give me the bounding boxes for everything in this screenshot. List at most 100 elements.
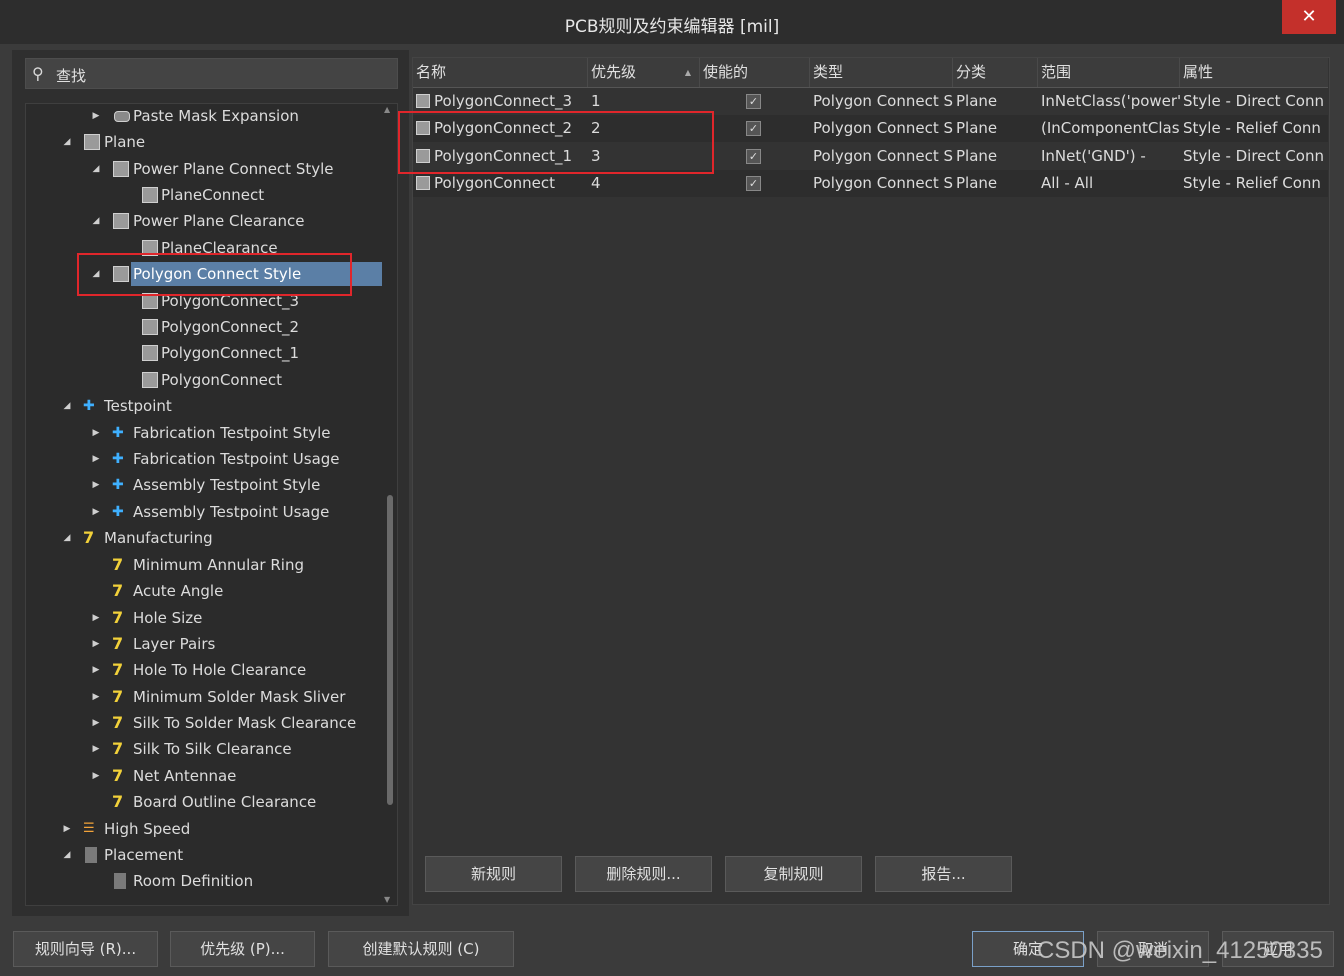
tree-item-layer-pairs[interactable]: ▶ 7 Layer Pairs	[90, 632, 380, 656]
collapse-arrow-icon[interactable]: ◢	[61, 843, 73, 867]
tree-item-label: Minimum Solder Mask Sliver	[133, 688, 346, 706]
tree-item-manufacturing[interactable]: ◢ 7 Manufacturing	[61, 526, 381, 550]
manufacturing-icon: 7	[112, 687, 124, 706]
tree-item-hole-size[interactable]: ▶ 7 Hole Size	[90, 606, 380, 630]
tree-item-minimum-annular-ring[interactable]: 7 Minimum Annular Ring	[90, 553, 380, 577]
rule-icon	[142, 319, 158, 335]
expand-arrow-icon[interactable]: ▶	[90, 500, 102, 524]
column-priority-label: 优先级	[591, 63, 637, 81]
paste-mask-icon	[114, 111, 130, 122]
collapse-arrow-icon[interactable]: ◢	[61, 130, 73, 154]
expand-arrow-icon[interactable]: ▶	[90, 606, 102, 630]
manufacturing-icon: 7	[112, 766, 124, 785]
enabled-checkbox[interactable]: ✓	[746, 176, 761, 191]
tree-item-polygonconnect[interactable]: PolygonConnect	[142, 368, 382, 392]
column-attributes[interactable]: 属性	[1180, 58, 1328, 87]
testpoint-icon: ✚	[112, 504, 124, 520]
expand-arrow-icon[interactable]: ▶	[90, 711, 102, 735]
enabled-checkbox[interactable]: ✓	[746, 149, 761, 164]
testpoint-icon: ✚	[112, 425, 124, 441]
tree-item-testpoint[interactable]: ◢ ✚ Testpoint	[61, 394, 381, 418]
tree-item-power-plane-clearance[interactable]: ◢ Power Plane Clearance	[90, 209, 380, 233]
collapse-arrow-icon[interactable]: ◢	[61, 394, 73, 418]
tree-item-planeconnect[interactable]: PlaneConnect	[142, 183, 382, 207]
tree-item-label: Net Antennae	[133, 767, 237, 785]
tree-item-minimum-solder-mask-sliver[interactable]: ▶ 7 Minimum Solder Mask Sliver	[90, 685, 380, 709]
delete-rule-button[interactable]: 删除规则...	[575, 856, 712, 892]
enabled-checkbox[interactable]: ✓	[746, 121, 761, 136]
column-priority[interactable]: 优先级 ▲	[588, 58, 700, 87]
tree-item-polygonconnect-1[interactable]: PolygonConnect_1	[142, 341, 382, 365]
column-scope[interactable]: 范围	[1038, 58, 1180, 87]
scrollbar-thumb[interactable]	[387, 495, 393, 805]
tree-item-silk-to-silk-clearance[interactable]: ▶ 7 Silk To Silk Clearance	[90, 737, 380, 761]
close-button[interactable]: ✕	[1282, 0, 1336, 34]
cell-scope: InNetClass('power'	[1041, 92, 1180, 110]
cell-type: Polygon Connect S	[813, 174, 953, 192]
tree-item-assembly-testpoint-style[interactable]: ▶ ✚ Assembly Testpoint Style	[90, 473, 380, 497]
copy-rule-button[interactable]: 复制规则	[725, 856, 862, 892]
collapse-arrow-icon[interactable]: ◢	[90, 157, 102, 181]
expand-arrow-icon[interactable]: ▶	[90, 447, 102, 471]
tree-item-power-plane-connect-style[interactable]: ◢ Power Plane Connect Style	[90, 157, 380, 181]
collapse-arrow-icon[interactable]: ◢	[90, 209, 102, 233]
expand-arrow-icon[interactable]: ▶	[90, 632, 102, 656]
expand-arrow-icon[interactable]: ▶	[90, 473, 102, 497]
cell-scope: All - All	[1041, 174, 1094, 192]
tree-item-label: Room Definition	[133, 872, 254, 890]
column-type[interactable]: 类型	[810, 58, 953, 87]
tree-item-polygonconnect-2[interactable]: PolygonConnect_2	[142, 315, 382, 339]
tree-item-placement[interactable]: ◢ Placement	[61, 843, 381, 867]
testpoint-icon: ✚	[112, 451, 124, 467]
column-category[interactable]: 分类	[953, 58, 1038, 87]
column-name[interactable]: 名称	[413, 58, 588, 87]
tree-scrollbar[interactable]: ▲ ▼	[384, 103, 396, 906]
tree-item-paste-mask-expansion[interactable]: ▶ Paste Mask Expansion	[90, 104, 380, 128]
create-default-rules-button[interactable]: 创建默认规则 (C)	[328, 931, 514, 967]
manufacturing-icon: 7	[112, 608, 124, 627]
cell-enabled: ✓	[700, 88, 810, 115]
tree-item-label: Minimum Annular Ring	[133, 556, 304, 574]
search-input[interactable]: ⚲ 查找	[25, 58, 398, 89]
expand-arrow-icon[interactable]: ▶	[90, 658, 102, 682]
manufacturing-icon: 7	[112, 634, 124, 653]
tree-item-assembly-testpoint-usage[interactable]: ▶ ✚ Assembly Testpoint Usage	[90, 500, 380, 524]
report-button[interactable]: 报告...	[875, 856, 1012, 892]
tree-item-fabrication-testpoint-style[interactable]: ▶ ✚ Fabrication Testpoint Style	[90, 421, 380, 445]
tree-item-label: Plane	[104, 133, 146, 151]
tree-item-net-antennae[interactable]: ▶ 7 Net Antennae	[90, 764, 380, 788]
tree-item-hole-to-hole-clearance[interactable]: ▶ 7 Hole To Hole Clearance	[90, 658, 380, 682]
new-rule-button[interactable]: 新规则	[425, 856, 562, 892]
expand-arrow-icon[interactable]: ▶	[90, 737, 102, 761]
expand-arrow-icon[interactable]: ▶	[90, 421, 102, 445]
expand-arrow-icon[interactable]: ▶	[90, 104, 102, 128]
cell-attributes: Style - Relief Conn	[1183, 119, 1321, 137]
manufacturing-icon: 7	[112, 713, 124, 732]
watermark-text: CSDN @weixin_41250335	[1037, 937, 1323, 964]
tree-item-room-definition[interactable]: Room Definition	[90, 869, 380, 893]
table-row[interactable]: PolygonConnect 4 ✓ Polygon Connect S Pla…	[413, 170, 1328, 197]
scroll-down-icon[interactable]: ▼	[384, 895, 390, 904]
tree-item-label: Silk To Silk Clearance	[133, 740, 292, 758]
expand-arrow-icon[interactable]: ▶	[90, 764, 102, 788]
tree-item-acute-angle[interactable]: 7 Acute Angle	[90, 579, 380, 603]
cell-category: Plane	[956, 119, 998, 137]
expand-arrow-icon[interactable]: ▶	[61, 817, 73, 841]
enabled-checkbox[interactable]: ✓	[746, 94, 761, 109]
collapse-arrow-icon[interactable]: ◢	[61, 526, 73, 550]
cell-enabled: ✓	[700, 143, 810, 170]
tree-item-fabrication-testpoint-usage[interactable]: ▶ ✚ Fabrication Testpoint Usage	[90, 447, 380, 471]
tree-item-plane[interactable]: ◢ Plane	[61, 130, 381, 154]
expand-arrow-icon[interactable]: ▶	[90, 685, 102, 709]
manufacturing-icon: 7	[112, 739, 124, 758]
rule-wizard-button[interactable]: 规则向导 (R)...	[13, 931, 158, 967]
tree-item-high-speed[interactable]: ▶ ☰ High Speed	[61, 817, 381, 841]
column-enabled[interactable]: 使能的	[700, 58, 810, 87]
tree-item-label: Manufacturing	[104, 529, 213, 547]
manufacturing-icon: 7	[112, 581, 124, 600]
tree-item-board-outline-clearance[interactable]: 7 Board Outline Clearance	[90, 790, 380, 814]
scroll-up-icon[interactable]: ▲	[384, 105, 390, 114]
priority-button[interactable]: 优先级 (P)...	[170, 931, 315, 967]
rule-icon	[142, 187, 158, 203]
tree-item-silk-to-solder-mask-clearance[interactable]: ▶ 7 Silk To Solder Mask Clearance	[90, 711, 380, 735]
